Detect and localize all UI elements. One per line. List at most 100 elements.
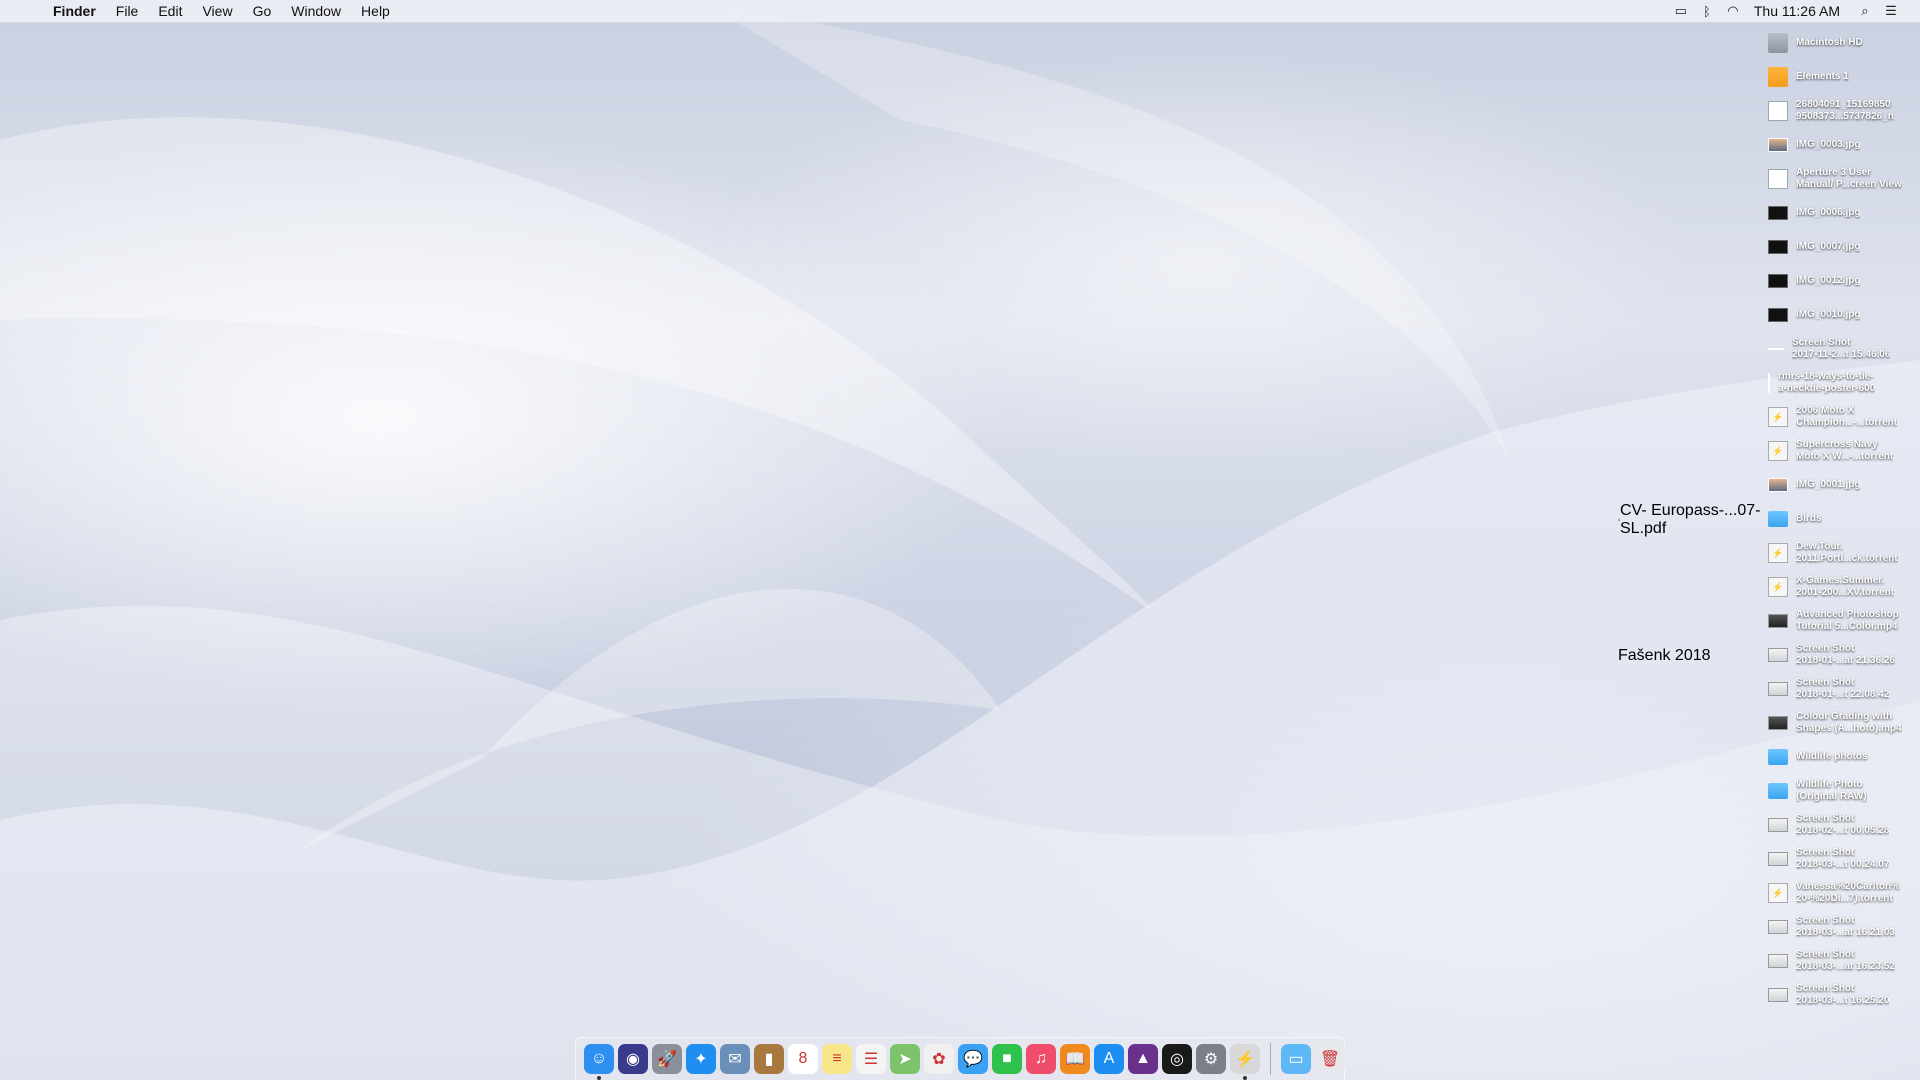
dock-stack-trash[interactable]: 🗑 bbox=[1315, 1044, 1345, 1074]
desktop-item[interactable]: Elements 1 bbox=[1760, 60, 1920, 94]
spotlight-search-icon[interactable]: ⌕ bbox=[1852, 3, 1878, 19]
desktop-item[interactable]: ⚡ 2006 Moto X Champion...-...torrent bbox=[1760, 400, 1920, 434]
dock-app-facetime[interactable]: ■ bbox=[992, 1044, 1022, 1074]
desktop-item[interactable]: IMG_0010.jpg bbox=[1760, 298, 1920, 332]
desktop-item[interactable]: Screen Shot 2018-03-...at 16.23.52 bbox=[1760, 944, 1920, 978]
desktop-item[interactable]: IMG_0001.jpg bbox=[1760, 468, 1920, 502]
desktop-item[interactable]: 26804091_15169850 9508373...5737826_n bbox=[1760, 94, 1920, 128]
desktop-item[interactable]: Colour Grading with Shapes (A...hoto).mp… bbox=[1760, 706, 1920, 740]
desktop-item[interactable]: IMG_0006.jpg bbox=[1760, 196, 1920, 230]
bluetooth-icon[interactable]: ᛒ bbox=[1694, 4, 1720, 19]
dock-app-maps[interactable]: ➤ bbox=[890, 1044, 920, 1074]
desktop-item[interactable]: ⚡ X-Games.Summer. 2001-200...XV.torrent bbox=[1760, 570, 1920, 604]
desktop-item-label: IMG_0003.jpg bbox=[1796, 139, 1861, 150]
video-file-icon bbox=[1768, 716, 1788, 730]
notification-center-icon[interactable]: ☰ bbox=[1878, 3, 1904, 19]
dock-stack-downloads-folder[interactable]: ▭ bbox=[1281, 1044, 1311, 1074]
desktop-item-label: Vanessa%20Carlton% 20-%20Di...7).torrent bbox=[1796, 881, 1900, 904]
dock-app-photos[interactable]: ✿ bbox=[924, 1044, 954, 1074]
torrent-file-icon: ⚡ bbox=[1768, 407, 1788, 427]
image-file-icon bbox=[1768, 138, 1788, 152]
dock-app-camera-raw[interactable]: ◎ bbox=[1162, 1044, 1192, 1074]
dock-app-contacts[interactable]: ▮ bbox=[754, 1044, 784, 1074]
desktop-item-label: Elements 1 bbox=[1796, 71, 1849, 82]
folder-icon: ▭ bbox=[1288, 1051, 1304, 1068]
notes-icon: ≡ bbox=[832, 1050, 842, 1067]
desktop-item[interactable]: Screen Shot 2018-02-...t 00.05.28 bbox=[1760, 808, 1920, 842]
desktop-item[interactable]: Screen Shot 2018-01-...t 22.08.42 bbox=[1760, 672, 1920, 706]
torrent-file-icon: ⚡ bbox=[1768, 577, 1788, 597]
photos-icon: ✿ bbox=[932, 1051, 946, 1068]
desktop-item-label: CV- Europass-...07-SL.pdf bbox=[1620, 502, 1761, 537]
desktop-item[interactable]: Aperture 3 User Manual/ P...creen View bbox=[1760, 162, 1920, 196]
desktop-item[interactable]: CV- Europass-...07-SL.pdf bbox=[1612, 502, 1762, 537]
dock-separator bbox=[1270, 1043, 1271, 1075]
desktop-item-label: Birds bbox=[1796, 513, 1822, 524]
itunes-icon: ♫ bbox=[1035, 1050, 1047, 1067]
menubar-clock[interactable]: Thu 11:26 AM bbox=[1746, 3, 1852, 19]
menu-go[interactable]: Go bbox=[243, 0, 282, 22]
desktop-item[interactable]: Fašenk 2018 bbox=[1612, 639, 1762, 673]
desktop-item[interactable]: ⚡ Dew.Tour. 2011.Portl...ck.torrent bbox=[1760, 536, 1920, 570]
desktop-item[interactable]: IMG_0007.jpg bbox=[1760, 230, 1920, 264]
dock-app-safari[interactable]: ✦ bbox=[686, 1044, 716, 1074]
dock-app-siri[interactable]: ◉ bbox=[618, 1044, 648, 1074]
folder-icon bbox=[1768, 749, 1788, 765]
desktop-item-label: IMG_0012.jpg bbox=[1796, 275, 1861, 286]
desktop-item[interactable]: rmrs-18-ways-to-tie- a-necktie-poster-60… bbox=[1760, 366, 1920, 400]
menu-edit[interactable]: Edit bbox=[148, 0, 192, 22]
dock-app-app-store[interactable]: A bbox=[1094, 1044, 1124, 1074]
dock: ☺ ◉ 🚀 ✦ ✉ ▮ 8 ≡ ☰ ➤ ✿ 💬 ■ ♫ 📖 A ▲ ◎ ⚙ ⚡ ▭ 🗑 bbox=[575, 1037, 1345, 1080]
dock-app-calendar[interactable]: 8 bbox=[788, 1044, 818, 1074]
dock-app-finder[interactable]: ☺ bbox=[584, 1044, 614, 1080]
dock-app-transmission[interactable]: ⚡ bbox=[1230, 1044, 1260, 1080]
image-file-icon bbox=[1768, 206, 1788, 220]
desktop-item[interactable]: Wildlife photos bbox=[1760, 740, 1920, 774]
app-menu-finder[interactable]: Finder bbox=[49, 0, 106, 22]
image-file-icon bbox=[1768, 478, 1788, 492]
dock-app-launchpad[interactable]: 🚀 bbox=[652, 1044, 682, 1074]
dock-app-notes[interactable]: ≡ bbox=[822, 1044, 852, 1074]
transmission-icon: ⚡ bbox=[1235, 1051, 1255, 1068]
folder-icon bbox=[1768, 783, 1788, 799]
desktop-item[interactable]: ⚡ Supercross Navy Moto X W...-...torrent bbox=[1760, 434, 1920, 468]
dock-app-itunes[interactable]: ♫ bbox=[1026, 1044, 1056, 1074]
desktop-item[interactable]: Screen Shot 2018-03-...at 16.21.03 bbox=[1760, 910, 1920, 944]
desktop-item[interactable]: Screen Shot 2018-03-...t 16.25.20 bbox=[1760, 978, 1920, 1012]
desktop-item[interactable]: IMG_0012.jpg bbox=[1760, 264, 1920, 298]
desktop-item[interactable]: IMG_0003.jpg bbox=[1760, 128, 1920, 162]
desktop-item[interactable]: ⚡ Vanessa%20Carlton% 20-%20Di...7).torren… bbox=[1760, 876, 1920, 910]
folder-icon bbox=[1768, 511, 1788, 527]
desktop-item[interactable]: Screen Shot 2018-01-...at 21.36.26 bbox=[1760, 638, 1920, 672]
desktop-item-label: 26804091_15169850 9508373...5737826_n bbox=[1796, 99, 1894, 122]
desktop-item-label: Screen Shot 2018-03-...at 16.23.52 bbox=[1796, 949, 1895, 972]
desktop-item[interactable]: Birds bbox=[1760, 502, 1920, 536]
menu-window[interactable]: Window bbox=[281, 0, 351, 22]
desktop-item[interactable]: Advanced Photoshop Tutorial 5...Color.mp… bbox=[1760, 604, 1920, 638]
running-indicator bbox=[1243, 1076, 1247, 1080]
desktop-item-label: Dew.Tour. 2011.Portl...ck.torrent bbox=[1796, 541, 1898, 564]
document-icon bbox=[1768, 169, 1788, 189]
desktop-item[interactable]: Screen Shot 2018-03-...t 00.24.07 bbox=[1760, 842, 1920, 876]
desktop-item-label: Supercross Navy Moto X W...-...torrent bbox=[1796, 439, 1894, 462]
wifi-icon[interactable]: ◠ bbox=[1720, 3, 1746, 19]
dock-app-affinity-photo[interactable]: ▲ bbox=[1128, 1044, 1158, 1074]
desktop-item[interactable]: Screen Shot 2017-11-2...t 15.46.06 bbox=[1760, 332, 1920, 366]
image-file-icon bbox=[1768, 240, 1788, 254]
dock-app-ibooks[interactable]: 📖 bbox=[1060, 1044, 1090, 1074]
dock-app-reminders[interactable]: ☰ bbox=[856, 1044, 886, 1074]
menu-view[interactable]: View bbox=[192, 0, 242, 22]
desktop-item-label: 2006 Moto X Champion...-...torrent bbox=[1796, 405, 1898, 428]
airplay-icon[interactable]: ▭ bbox=[1668, 3, 1694, 19]
desktop-item[interactable]: Wildlife Photo (Original RAW) bbox=[1760, 774, 1920, 808]
menu-help[interactable]: Help bbox=[351, 0, 400, 22]
desktop-item[interactable]: Macintosh HD bbox=[1760, 26, 1920, 60]
dock-app-mail-stamp[interactable]: ✉ bbox=[720, 1044, 750, 1074]
trash-icon: 🗑 bbox=[1319, 1051, 1341, 1068]
dock-app-messages[interactable]: 💬 bbox=[958, 1044, 988, 1074]
screenshot-file-icon bbox=[1768, 852, 1788, 866]
menu-file[interactable]: File bbox=[106, 0, 149, 22]
dock-app-system-preferences[interactable]: ⚙ bbox=[1196, 1044, 1226, 1074]
desktop-item-label: Aperture 3 User Manual/ P...creen View bbox=[1796, 167, 1902, 190]
desktop-item-label: Macintosh HD bbox=[1796, 37, 1863, 48]
